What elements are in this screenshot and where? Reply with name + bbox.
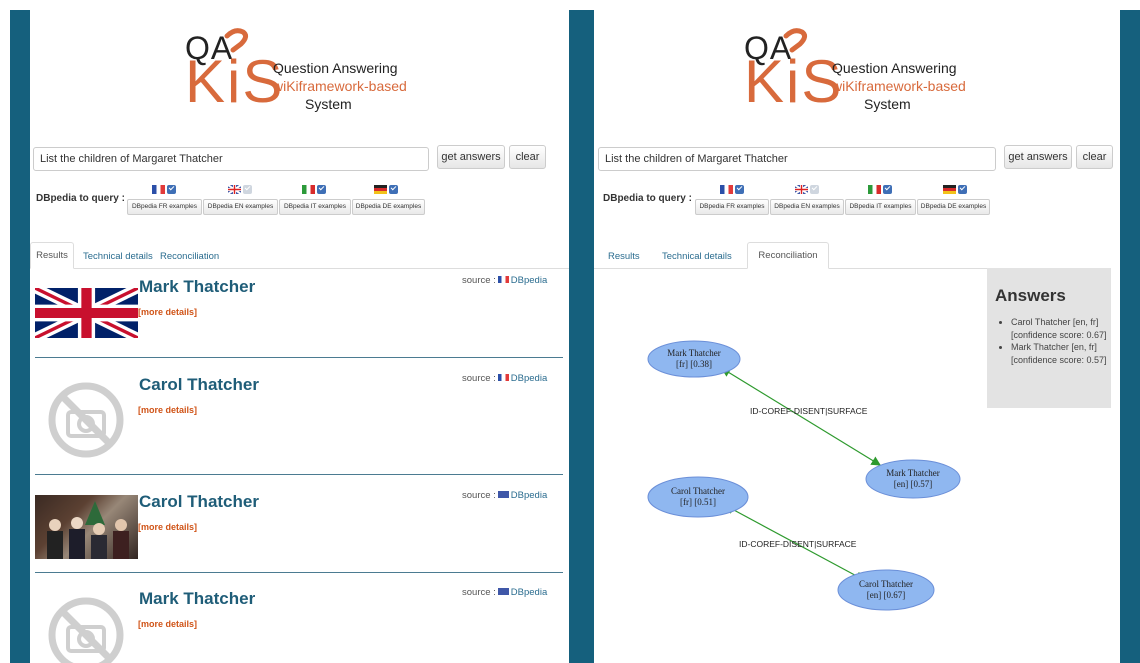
de-flag-icon [374,185,387,194]
result-image-group-photo [35,495,138,559]
answers-panel: Answers Carol Thatcher [en, fr] [confide… [987,268,1111,408]
tab-technical-details[interactable]: Technical details [83,251,153,262]
dbpedia-it-examples-button[interactable]: DBpedia IT examples [279,199,351,215]
source-label: source : [462,490,496,501]
result-title[interactable]: Carol Thatcher [139,375,259,395]
left-screenshot-panel: QA KiS Question Answering wiKiframework-… [30,10,569,663]
tab-reconciliation[interactable]: Reconciliation [160,251,219,262]
logo-line-1: Question Answering [273,60,398,76]
result-separator [35,572,563,573]
more-details-link[interactable]: [more details] [138,522,197,532]
answer-item: Mark Thatcher [en, fr] [confidence score… [1011,341,1109,366]
fr-checkbox[interactable] [167,185,176,194]
result-source: source : DBpedia [462,373,547,384]
result-source: source : DBpedia [462,490,547,501]
qakis-logo: QA KiS Question Answering wiKiframework-… [185,28,425,120]
fr-flag-icon [497,276,509,284]
clear-button[interactable]: clear [1076,145,1113,169]
more-details-link[interactable]: [more details] [138,307,197,317]
answer-item: Carol Thatcher [en, fr] [confidence scor… [1011,316,1109,341]
logo-line-3: System [305,96,352,112]
dbpedia-de-examples-button[interactable]: DBpedia DE examples [352,199,425,215]
no-photo-placeholder-icon [46,380,126,460]
graph-edge [720,367,882,466]
search-input[interactable]: List the children of Margaret Thatcher [33,147,429,171]
dbpedia-fr-examples-button[interactable]: DBpedia FR examples [127,199,202,215]
language-flags-row [30,185,569,197]
clear-button[interactable]: clear [509,145,546,169]
no-photo-placeholder-icon [46,595,126,663]
tab-results[interactable]: Results [30,242,74,269]
graph-node-label: Carol Thatcher [671,486,725,496]
uk-flag-icon [497,588,509,596]
answers-list: Carol Thatcher [en, fr] [confidence scor… [1001,316,1109,366]
result-source: source : DBpedia [462,587,547,598]
right-screenshot-panel: QA KiS Question Answering wiKiframework-… [594,10,1120,663]
result-separator [35,357,563,358]
graph-node-label: Carol Thatcher [859,579,913,589]
more-details-link[interactable]: [more details] [138,619,197,629]
fr-flag-icon [497,374,509,382]
result-source: source : DBpedia [462,275,547,286]
frame-bar-right [1120,10,1140,663]
fr-flag-icon [152,185,165,194]
graph-node-label: Mark Thatcher [886,468,940,478]
uk-flag-icon [228,185,241,194]
de-checkbox[interactable] [389,185,398,194]
graph-node-value: [en] [0.67] [867,590,905,600]
graph-edge-label: ID-COREF-DISENT|SURFACE [750,406,868,416]
dbpedia-source-link[interactable]: DBpedia [511,275,547,286]
en-checkbox[interactable] [243,185,252,194]
it-checkbox[interactable] [317,185,326,194]
dbpedia-source-link[interactable]: DBpedia [511,373,547,384]
graph-node-value: [fr] [0.51] [680,497,716,507]
answers-heading: Answers [995,286,1066,305]
result-image-union-jack [35,288,138,338]
get-answers-button[interactable]: get answers [437,145,505,169]
get-answers-button[interactable]: get answers [1004,145,1072,169]
logo-line-2: wiKiframework-based [273,78,407,94]
dbpedia-en-examples-button[interactable]: DBpedia EN examples [203,199,278,215]
source-label: source : [462,587,496,598]
reconciliation-graph: ID-COREF-DISENT|SURFACE ID-COREF-DISENT|… [647,340,961,611]
tabs-divider [30,268,569,269]
result-title[interactable]: Mark Thatcher [139,589,255,609]
dbpedia-source-link[interactable]: DBpedia [511,490,547,501]
result-separator [35,474,563,475]
graph-node-value: [en] [0.57] [894,479,932,489]
graph-node-value: [fr] [0.38] [676,359,712,369]
source-label: source : [462,373,496,384]
frame-bar-middle [569,10,594,663]
it-flag-icon [302,185,315,194]
logo-kis: KiS [185,48,285,115]
result-title[interactable]: Mark Thatcher [139,277,255,297]
result-title[interactable]: Carol Thatcher [139,492,259,512]
source-label: source : [462,275,496,286]
more-details-link[interactable]: [more details] [138,405,197,415]
frame-bar-left [10,10,30,663]
graph-edge-label: ID-COREF-DISENT|SURFACE [739,539,857,549]
uk-flag-icon [497,491,509,499]
graph-node-label: Mark Thatcher [667,348,721,358]
dbpedia-source-link[interactable]: DBpedia [511,587,547,598]
